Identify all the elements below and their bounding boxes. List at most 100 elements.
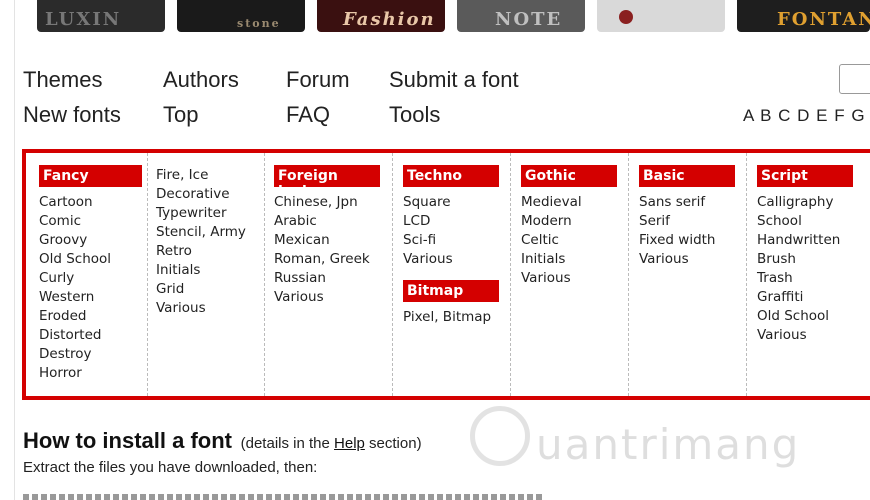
nav-link-top[interactable]: Top	[163, 102, 198, 128]
category-link[interactable]: Fixed width	[639, 231, 747, 250]
category-column-basic: Basic Sans serif Serif Fixed width Vario…	[628, 153, 747, 396]
category-link[interactable]: Stencil, Army	[156, 223, 266, 242]
category-link[interactable]: Various	[403, 250, 511, 269]
thumb-label: NOTE	[495, 9, 563, 30]
search-input[interactable]	[839, 64, 870, 94]
category-link[interactable]: School	[757, 212, 865, 231]
category-column-gothic: Gothic Medieval Modern Celtic Initials V…	[510, 153, 629, 396]
category-header-basic[interactable]: Basic	[639, 165, 735, 187]
install-instructions: Extract the files you have downloaded, t…	[23, 459, 318, 476]
category-link[interactable]: Various	[757, 326, 865, 345]
category-list: Chinese, Jpn Arabic Mexican Roman, Greek…	[274, 193, 392, 307]
category-column-misc: Fire, Ice Decorative Typewriter Stencil,…	[147, 153, 266, 396]
category-link[interactable]: Various	[274, 288, 392, 307]
help-link[interactable]: Help	[334, 435, 365, 452]
alphabet-index[interactable]: A B C D E F G	[743, 106, 866, 126]
category-column-techno: Techno Square LCD Sci-fi Various Bitmap …	[392, 153, 511, 396]
category-link[interactable]: Initials	[156, 261, 266, 280]
category-link[interactable]: Comic	[39, 212, 134, 231]
category-link[interactable]: Fire, Ice	[156, 166, 266, 185]
category-link[interactable]: Cartoon	[39, 193, 134, 212]
category-list: Cartoon Comic Groovy Old School Curly We…	[39, 193, 134, 383]
install-details: (details in the Help section)	[236, 435, 422, 452]
category-header-techno[interactable]: Techno	[403, 165, 499, 187]
category-link[interactable]: Old School	[757, 307, 865, 326]
category-list: Fire, Ice Decorative Typewriter Stencil,…	[156, 166, 266, 318]
watermark-logo-icon	[470, 406, 530, 466]
category-link[interactable]: Arabic	[274, 212, 392, 231]
category-link[interactable]: Serif	[639, 212, 747, 231]
category-header-foreign-look[interactable]: Foreign look	[274, 165, 380, 200]
category-link[interactable]: Pixel, Bitmap	[403, 308, 511, 327]
category-link[interactable]: Old School	[39, 250, 134, 269]
category-link[interactable]: Various	[639, 250, 747, 269]
category-link[interactable]: Retro	[156, 242, 266, 261]
category-column-script: Script Calligraphy School Handwritten Br…	[746, 153, 865, 396]
category-link[interactable]: Initials	[521, 250, 629, 269]
category-link[interactable]: Typewriter	[156, 204, 266, 223]
font-preview-thumb[interactable]: NOTE	[457, 0, 585, 32]
category-column-fancy: Fancy Cartoon Comic Groovy Old School Cu…	[39, 153, 142, 396]
category-link[interactable]: Horror	[39, 364, 134, 383]
font-preview-thumb[interactable]	[597, 0, 725, 32]
details-prefix: (details in the	[240, 435, 335, 452]
font-preview-thumb[interactable]: FONTANE	[737, 0, 870, 32]
nav-link-authors[interactable]: Authors	[163, 67, 239, 93]
nav-link-submit-font[interactable]: Submit a font	[389, 67, 519, 93]
watermark-text: uantrimang	[536, 420, 801, 469]
category-list: Pixel, Bitmap	[403, 308, 511, 327]
category-link[interactable]: Graffiti	[757, 288, 865, 307]
nav-link-faq[interactable]: FAQ	[286, 102, 330, 128]
category-link[interactable]: LCD	[403, 212, 511, 231]
category-header-gothic[interactable]: Gothic	[521, 165, 617, 187]
category-link[interactable]: Destroy	[39, 345, 134, 364]
truncated-text-line	[23, 494, 543, 500]
category-link[interactable]: Mexican	[274, 231, 392, 250]
category-link[interactable]: Modern	[521, 212, 629, 231]
install-heading: How to install a font (details in the He…	[23, 428, 422, 454]
category-link[interactable]: Decorative	[156, 185, 266, 204]
category-link[interactable]: Handwritten	[757, 231, 865, 250]
category-link[interactable]: Eroded	[39, 307, 134, 326]
category-link[interactable]: Medieval	[521, 193, 629, 212]
nav-link-forum[interactable]: Forum	[286, 67, 350, 93]
category-link[interactable]: Groovy	[39, 231, 134, 250]
category-link[interactable]: Sci-fi	[403, 231, 511, 250]
thumb-label: LUXIN	[45, 9, 122, 30]
details-suffix: section)	[364, 435, 422, 452]
category-link[interactable]: Curly	[39, 269, 134, 288]
category-link[interactable]: Russian	[274, 269, 392, 288]
category-header-script[interactable]: Script	[757, 165, 853, 187]
nav-link-themes[interactable]: Themes	[23, 67, 102, 93]
category-link[interactable]: Various	[521, 269, 629, 288]
font-preview-thumb[interactable]: LUXIN	[37, 0, 165, 32]
thumb-label: Fashion	[343, 9, 436, 30]
thumb-label: FONTANE	[777, 9, 870, 30]
category-link[interactable]: Chinese, Jpn	[274, 193, 392, 212]
category-column-foreign-look: Foreign look Chinese, Jpn Arabic Mexican…	[264, 153, 392, 396]
nav-link-new-fonts[interactable]: New fonts	[23, 102, 121, 128]
font-preview-thumb[interactable]: stone	[177, 0, 305, 32]
category-link[interactable]: Roman, Greek	[274, 250, 392, 269]
category-list: Calligraphy School Handwritten Brush Tra…	[757, 193, 865, 345]
category-header-fancy[interactable]: Fancy	[39, 165, 142, 187]
category-link[interactable]: Western	[39, 288, 134, 307]
category-link[interactable]: Square	[403, 193, 511, 212]
nav-link-tools[interactable]: Tools	[389, 102, 440, 128]
category-list: Medieval Modern Celtic Initials Various	[521, 193, 629, 288]
install-title: How to install a font	[23, 428, 232, 453]
category-header-bitmap[interactable]: Bitmap	[403, 280, 499, 302]
watermark: uantrimang	[470, 398, 870, 488]
category-link[interactable]: Trash	[757, 269, 865, 288]
category-link[interactable]: Sans serif	[639, 193, 747, 212]
category-link[interactable]: Celtic	[521, 231, 629, 250]
thumb-label: stone	[237, 17, 281, 30]
thumb-decoration	[619, 10, 633, 24]
category-link[interactable]: Various	[156, 299, 266, 318]
category-link[interactable]: Calligraphy	[757, 193, 865, 212]
category-link[interactable]: Grid	[156, 280, 266, 299]
category-link[interactable]: Brush	[757, 250, 865, 269]
font-preview-thumb[interactable]: Fashion	[317, 0, 445, 32]
category-link[interactable]: Distorted	[39, 326, 134, 345]
page-left-border	[14, 0, 15, 500]
